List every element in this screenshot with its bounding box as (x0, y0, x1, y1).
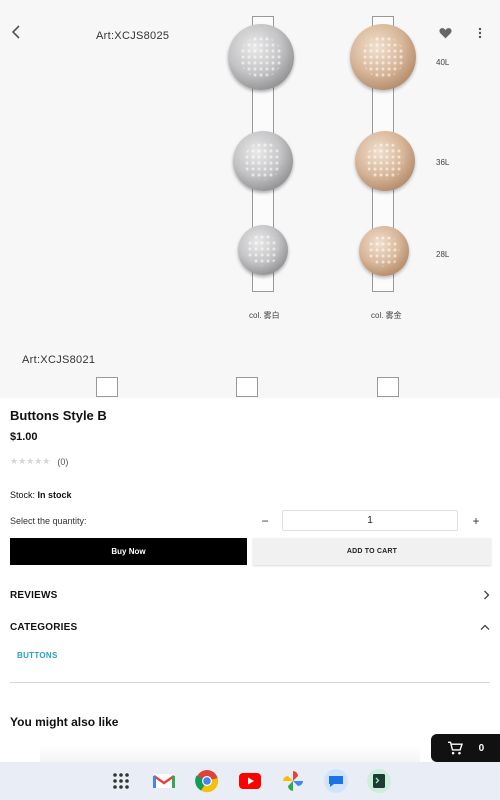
silver-button-36l (233, 131, 293, 191)
chevron-up-icon (480, 624, 490, 630)
categories-title: CATEGORIES (10, 621, 78, 633)
recommendation-thumbnails[interactable] (40, 746, 420, 762)
buy-now-button[interactable]: Buy Now (10, 538, 247, 565)
quantity-decrease-button[interactable]: − (257, 512, 273, 530)
size-label-36l: 36L (436, 158, 450, 167)
rating-stars-icon: ★★★★★ (10, 456, 51, 466)
size-label-40l: 40L (436, 58, 450, 67)
section-divider (10, 682, 490, 683)
cart-icon (447, 741, 463, 755)
photos-icon (283, 771, 303, 791)
quantity-input[interactable] (282, 510, 458, 531)
stock-label: Stock: (10, 490, 36, 500)
favorite-button[interactable] (433, 21, 457, 45)
product-rating[interactable]: ★★★★★ (0) (10, 456, 68, 467)
size-label-28l: 28L (436, 250, 450, 259)
chevron-right-icon (484, 590, 490, 600)
app-dock (0, 762, 500, 800)
terminal-button[interactable] (365, 767, 393, 795)
gmail-icon (153, 774, 175, 788)
product-title: Buttons Style B (10, 408, 107, 423)
youtube-button[interactable] (236, 767, 264, 795)
strap-thumb-1 (96, 377, 118, 397)
strap-thumb-3 (377, 377, 399, 397)
app-launcher-icon (113, 773, 129, 789)
chrome-button[interactable] (193, 767, 221, 795)
youtube-icon (239, 773, 261, 789)
art-label-top: Art:XCJS8025 (96, 30, 170, 42)
category-link-buttons[interactable]: BUTTONS (17, 651, 58, 660)
silver-button-28l (238, 225, 288, 275)
stock-value: In stock (37, 490, 72, 500)
color-label-silver: col. 雾白 (249, 311, 280, 320)
cart-button[interactable]: 0 (431, 734, 500, 762)
product-price: $1.00 (10, 431, 38, 443)
art-label-bottom: Art:XCJS8021 (22, 354, 96, 366)
reviews-section-toggle[interactable]: REVIEWS (10, 585, 490, 605)
chrome-icon (195, 770, 219, 793)
gold-button-36l (355, 131, 415, 191)
more-vert-icon (478, 27, 482, 39)
photos-button[interactable] (279, 767, 307, 795)
rating-count: (0) (57, 456, 69, 467)
color-label-gold: col. 雾金 (371, 311, 402, 320)
messages-icon (324, 769, 348, 793)
categories-section-toggle[interactable]: CATEGORIES (10, 617, 490, 637)
strap-thumb-2 (236, 377, 258, 397)
back-button[interactable] (5, 20, 29, 44)
stock-status: Stock: In stock (10, 490, 72, 500)
app-launcher-button[interactable] (107, 767, 135, 795)
back-arrow-icon (11, 25, 20, 39)
recommendations-title: You might also like (10, 715, 119, 729)
add-to-cart-button[interactable]: ADD TO CART (253, 538, 491, 565)
cart-count: 0 (478, 742, 485, 754)
product-image[interactable]: Art:XCJS8025 40L 36L 28L col. 雾白 col. 雾金… (0, 0, 500, 398)
messages-button[interactable] (322, 767, 350, 795)
gold-button-40l (350, 24, 416, 90)
gmail-button[interactable] (150, 767, 178, 795)
more-options-button[interactable] (468, 21, 492, 45)
reviews-title: REVIEWS (10, 589, 58, 601)
product-page: Art:XCJS8025 40L 36L 28L col. 雾白 col. 雾金… (0, 0, 500, 800)
quantity-label: Select the quantity: (10, 516, 87, 526)
quantity-increase-button[interactable]: + (468, 512, 484, 530)
heart-icon (438, 28, 452, 39)
gold-button-28l (359, 226, 409, 276)
terminal-icon (367, 769, 391, 793)
silver-button-40l (228, 24, 294, 90)
